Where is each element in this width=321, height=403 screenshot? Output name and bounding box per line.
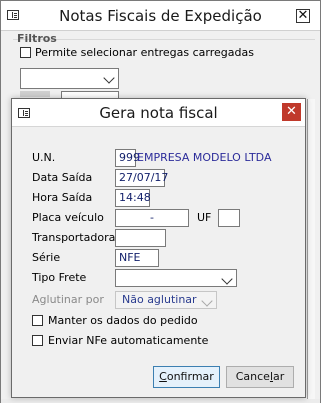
placa-input[interactable]: - — [115, 209, 189, 227]
filter-combo[interactable] — [20, 68, 119, 89]
data-saida-input[interactable]: 27/07/17 — [115, 169, 168, 187]
confirm-label: onfirmar — [166, 370, 214, 383]
manter-dados-checkbox-row[interactable]: Manter os dados do pedido — [32, 314, 198, 327]
chevron-down-icon — [221, 273, 233, 285]
dialog-close-button[interactable]: ✕ — [282, 103, 301, 121]
hora-saida-label: Hora Saída — [32, 191, 93, 204]
filters-legend: Filtros — [17, 32, 57, 45]
allow-loaded-checkbox-row[interactable]: Permite selecionar entregas carregadas — [20, 46, 254, 59]
enviar-nfe-checkbox-row[interactable]: Enviar NFe automaticamente — [32, 334, 208, 347]
close-icon: ✕ — [297, 8, 309, 23]
outer-close-button[interactable]: ✕ — [296, 9, 310, 23]
enviar-nfe-checkbox[interactable] — [32, 335, 43, 346]
manter-dados-label: Manter os dados do pedido — [48, 314, 198, 327]
aglutinar-value: Não aglutinar — [122, 293, 197, 306]
outer-bottom-strip — [1, 399, 320, 403]
serie-input[interactable]: NFE — [115, 249, 159, 267]
confirm-button[interactable]: Confirmar — [153, 366, 220, 388]
outer-titlebar: Notas Fiscais de Expedição ✕ — [1, 1, 320, 31]
dialog-window-icon — [18, 108, 30, 118]
transportadora-label: Transportadora — [32, 231, 116, 244]
confirm-mnemonic: C — [159, 370, 167, 383]
un-code-input[interactable]: 999 — [115, 149, 140, 167]
allow-loaded-checkbox[interactable] — [20, 47, 31, 58]
aglutinar-label: Aglutinar por — [32, 293, 104, 306]
tipo-frete-label: Tipo Frete — [32, 271, 87, 284]
allow-loaded-label: Permite selecionar entregas carregadas — [35, 46, 254, 59]
un-name-text: EMPRESA MODELO LTDA — [137, 151, 272, 164]
enviar-nfe-label: Enviar NFe automaticamente — [48, 334, 209, 347]
un-label: U.N. — [32, 151, 56, 164]
aglutinar-select[interactable]: Não aglutinar — [115, 291, 217, 309]
dialog-titlebar: Gera nota fiscal ✕ — [12, 99, 305, 127]
chevron-down-icon — [103, 72, 115, 84]
cancel-button[interactable]: Cancelar — [226, 366, 294, 388]
outer-window-title: Notas Fiscais de Expedição — [59, 7, 262, 25]
cancel-label-prefix: Cance — [235, 370, 270, 383]
uf-input[interactable] — [218, 209, 240, 227]
outer-side-strip — [307, 99, 315, 399]
filters-group-line — [13, 39, 315, 40]
hidden-filter-label — [20, 91, 50, 97]
close-icon: ✕ — [286, 104, 297, 119]
serie-label: Série — [32, 251, 61, 264]
hora-saida-input[interactable]: 14:48 — [115, 189, 151, 207]
placa-label: Placa veículo — [32, 211, 104, 224]
manter-dados-checkbox[interactable] — [32, 315, 43, 326]
app-window-icon — [7, 10, 19, 20]
uf-label: UF — [197, 211, 212, 224]
tipo-frete-select[interactable] — [115, 269, 237, 287]
transportadora-input[interactable] — [115, 229, 166, 247]
dialog-title: Gera nota fiscal — [99, 104, 218, 122]
data-saida-label: Data Saída — [32, 171, 93, 184]
chevron-down-icon — [201, 295, 213, 307]
cancel-label-suffix: ar — [273, 370, 285, 383]
gera-nota-dialog: Gera nota fiscal ✕ U.N. 999 EMPRESA MODE… — [11, 98, 306, 398]
